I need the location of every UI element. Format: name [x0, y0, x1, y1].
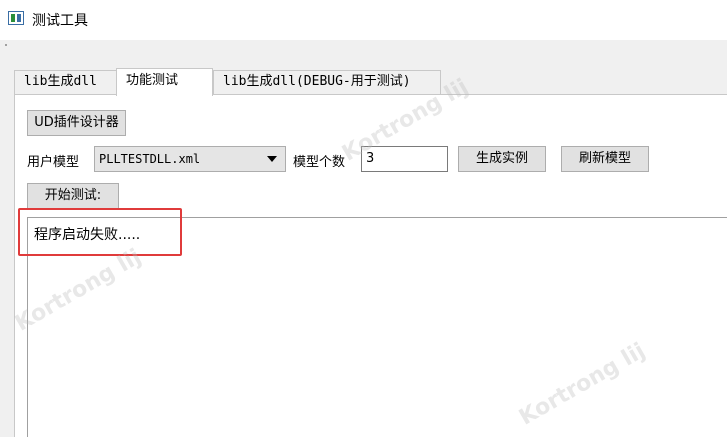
- start-test-button[interactable]: 开始测试:: [27, 183, 119, 209]
- generate-instance-button[interactable]: 生成实例: [458, 146, 546, 172]
- tab-label: 功能测试: [126, 73, 179, 88]
- title-bar: 测试工具: [0, 0, 727, 40]
- ud-plugin-designer-button[interactable]: UD插件设计器: [27, 110, 126, 136]
- grip-dot: [5, 44, 7, 46]
- tab-lib-to-dll-debug[interactable]: lib生成dll(DEBUG-用于测试): [213, 70, 441, 94]
- tab-function-test[interactable]: 功能测试: [116, 68, 213, 96]
- window-title: 测试工具: [32, 13, 88, 29]
- chevron-down-icon: [267, 156, 277, 162]
- refresh-model-button[interactable]: 刷新模型: [561, 146, 649, 172]
- model-count-label: 模型个数: [293, 155, 346, 170]
- tab-label: lib生成dll(DEBUG-用于测试): [223, 74, 411, 89]
- user-model-label: 用户模型: [27, 155, 80, 170]
- model-select-value: PLLTESTDLL.xml: [99, 152, 201, 166]
- model-select[interactable]: PLLTESTDLL.xml: [94, 146, 286, 172]
- app-window-icon: [8, 11, 24, 25]
- annotation-highlight-box: [18, 208, 182, 256]
- tab-label: lib生成dll: [24, 74, 97, 89]
- tab-lib-to-dll[interactable]: lib生成dll: [14, 70, 117, 94]
